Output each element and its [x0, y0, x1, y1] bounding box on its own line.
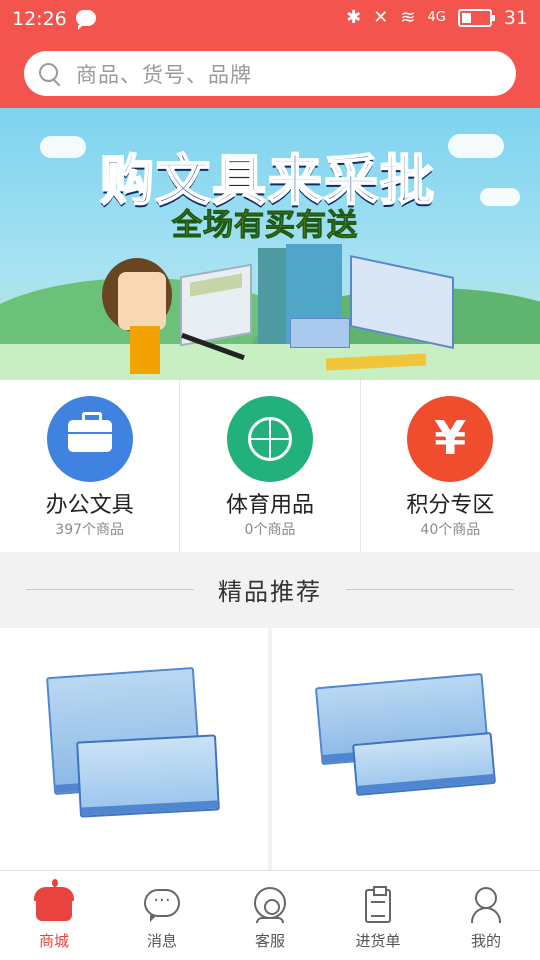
category-icon-circle: [226, 396, 313, 482]
message-icon: [142, 885, 182, 925]
user-icon: [466, 885, 506, 925]
wifi-icon: ≋: [400, 7, 416, 28]
category-sports[interactable]: 体育用品 0个商品: [180, 380, 361, 552]
calculator-image: [180, 263, 252, 347]
nav-item-messages[interactable]: 消息: [108, 871, 216, 960]
ground-shape: [0, 344, 540, 380]
search-input[interactable]: 商品、货号、品牌: [24, 51, 516, 96]
status-bar: 12:26 ✱ ✕ ≋ 4G 31: [0, 0, 540, 38]
briefcase-icon: [67, 412, 112, 452]
cartoon-person-face: [118, 272, 166, 330]
clipboard-icon: [358, 885, 398, 925]
bluetooth-icon: ✱: [346, 7, 362, 28]
category-name: 体育用品: [225, 493, 314, 518]
nav-label: 消息: [146, 932, 177, 950]
search-icon: [38, 62, 62, 86]
category-icon-circle: ¥: [407, 396, 494, 482]
section-title: 精品推荐: [218, 577, 322, 606]
category-points[interactable]: ¥ 积分专区 40个商品: [361, 380, 540, 552]
banner-subtitle: 全场有买有送: [172, 208, 358, 244]
category-office-supplies[interactable]: 办公文具 397个商品: [0, 380, 181, 552]
cloud-icon: [480, 188, 520, 206]
shop-icon: [34, 879, 74, 925]
yen-icon: ¥: [434, 411, 467, 465]
nav-item-purchase-list[interactable]: 进货单: [324, 871, 432, 960]
nav-item-profile[interactable]: 我的: [432, 871, 540, 960]
promo-banner[interactable]: 购文具来采批 全场有买有送: [0, 108, 540, 380]
folder-image: [258, 248, 288, 344]
basketball-icon: [247, 417, 292, 461]
battery-icon: [457, 9, 495, 27]
cartoon-person-body: [130, 326, 160, 374]
category-name: 办公文具: [45, 493, 134, 518]
product-image-front: [352, 731, 496, 797]
category-count: 397个商品: [55, 522, 125, 538]
nav-label: 客服: [254, 932, 285, 950]
category-name: 积分专区: [406, 493, 495, 518]
signal-icon: 4G: [427, 10, 446, 25]
chat-notification-icon: [76, 10, 96, 30]
product-card[interactable]: [272, 628, 540, 870]
category-count: 0个商品: [244, 522, 296, 538]
nav-label: 商城: [38, 932, 69, 950]
product-grid: [0, 628, 540, 870]
cloud-icon: [448, 134, 504, 158]
category-count: 40个商品: [420, 522, 481, 538]
product-card[interactable]: [0, 628, 268, 870]
status-icons: ✱ ✕ ≋ 4G 31: [346, 7, 528, 29]
bottom-navigation: 商城 消息 客服 进货单 我的: [0, 870, 540, 960]
battery-level: 31: [503, 7, 528, 29]
nav-label: 进货单: [355, 932, 401, 950]
nav-item-customer-service[interactable]: 客服: [216, 871, 324, 960]
cloud-icon: [40, 136, 86, 158]
search-placeholder: 商品、货号、品牌: [76, 62, 252, 87]
customer-service-icon: [250, 885, 290, 925]
divider-line: [26, 588, 194, 590]
category-icon-circle: [46, 396, 133, 482]
nav-label: 我的: [470, 932, 501, 950]
status-time: 12:26: [12, 8, 67, 30]
mute-icon: ✕: [373, 7, 389, 28]
category-grid: 办公文具 397个商品 体育用品 0个商品 ¥ 积分专区 40个商品: [0, 380, 540, 552]
product-image-front: [76, 734, 220, 818]
recommend-section-header: 精品推荐: [0, 552, 540, 626]
notepad-image: [290, 318, 350, 348]
divider-line: [346, 588, 514, 590]
nav-item-shop[interactable]: 商城: [0, 871, 108, 960]
header-bar: 12:26 ✱ ✕ ≋ 4G 31 商品、货号、品牌: [0, 0, 540, 108]
